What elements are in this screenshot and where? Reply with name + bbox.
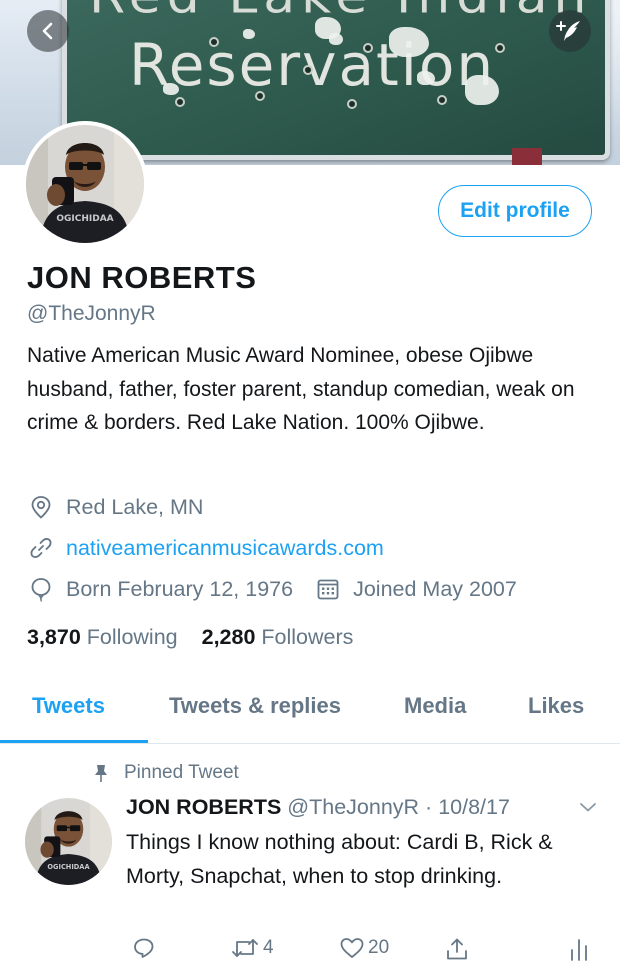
location-pin-icon [31, 496, 51, 519]
sign-bullet-hole [497, 45, 503, 51]
tweet-options-button[interactable] [578, 800, 598, 819]
pinned-tweet-label: Pinned Tweet [92, 762, 239, 784]
retweet-button[interactable]: 4 [230, 936, 274, 960]
profile-display-name: JON ROBERTS [27, 260, 257, 295]
tweet-analytics-button[interactable] [568, 936, 590, 962]
tweet-author-name[interactable]: JON ROBERTS [126, 795, 281, 819]
share-icon [447, 938, 467, 960]
pinned-text: Pinned Tweet [124, 762, 239, 783]
tweet-avatar-shirt-text: OGICHIDAA [47, 863, 90, 871]
sign-damage [243, 29, 255, 39]
sign-damage [465, 75, 499, 105]
like-count: 20 [368, 937, 390, 958]
share-button[interactable] [444, 936, 470, 962]
chevron-left-icon [42, 22, 53, 40]
sign-bullet-hole [305, 67, 311, 73]
analytics-icon [571, 939, 587, 961]
profile-stats: 3,870 Following 2,280 Followers [27, 625, 353, 650]
sign-top-text: Red Lake Indian [89, 0, 589, 24]
profile-dates: Born February 12, 1976 Joined May 2007 [28, 576, 517, 602]
sign-main-text: Reservation [129, 31, 496, 99]
reply-icon [134, 938, 154, 958]
following-count: 3,870 [27, 625, 81, 649]
profile-avatar[interactable]: OGICHIDAA [22, 121, 148, 247]
chevron-down-icon [580, 803, 596, 812]
tabs-divider [0, 743, 620, 744]
sign-damage [389, 27, 429, 57]
born-text: Born February 12, 1976 [66, 576, 294, 601]
sign-bullet-hole [365, 45, 371, 51]
joined-text: Joined May 2007 [353, 576, 517, 601]
edit-profile-button[interactable]: Edit profile [438, 185, 592, 237]
compose-tweet-button[interactable] [549, 10, 591, 52]
birthday-balloon-icon [31, 578, 51, 602]
followers-stat[interactable]: 2,280 Followers [202, 625, 354, 649]
followers-label: Followers [261, 625, 354, 649]
avatar-shirt-text: OGICHIDAA [56, 214, 113, 224]
tab-likes[interactable]: Likes [528, 693, 584, 719]
followers-count: 2,280 [201, 625, 256, 649]
sign-damage [163, 83, 179, 95]
website-link[interactable]: nativeamericanmusicawards.com [66, 536, 384, 561]
profile-bio: Native American Music Award Nominee, obe… [27, 344, 575, 434]
compose-tweet-icon [556, 21, 580, 41]
tweet-author-avatar[interactable]: OGICHIDAA [25, 798, 112, 885]
tweet-avatar-photo: OGICHIDAA [25, 798, 112, 885]
reply-button[interactable] [132, 936, 159, 960]
calendar-icon [317, 579, 339, 600]
sign-bullet-hole [257, 93, 263, 99]
back-button[interactable] [27, 10, 69, 52]
banner-sign: Red Lake Indian Reservation [62, 0, 610, 160]
sign-bullet-hole [349, 101, 355, 107]
following-stat[interactable]: 3,870 Following [27, 625, 178, 649]
link-icon [30, 538, 52, 558]
like-button[interactable]: 20 [339, 936, 389, 960]
profile-website[interactable]: nativeamericanmusicawards.com [28, 535, 384, 561]
sign-bullet-hole [177, 99, 183, 105]
sign-post [512, 148, 542, 165]
sign-damage [329, 33, 343, 45]
tweet-text: Things I know nothing about: Cardi B, Ri… [126, 830, 553, 888]
profile-handle: @TheJonnyR [27, 302, 156, 325]
tweet-author-handle: @TheJonnyR [287, 795, 420, 819]
retweet-icon [232, 939, 258, 957]
sign-bullet-hole [439, 97, 445, 103]
tweet-date[interactable]: 10/8/17 [438, 795, 510, 819]
following-label: Following [86, 625, 178, 649]
sign-damage [417, 71, 435, 85]
pin-icon [95, 765, 107, 782]
profile-location: Red Lake, MN [28, 494, 203, 520]
tab-media[interactable]: Media [404, 693, 466, 719]
tweet-header: JON ROBERTS @TheJonnyR · 10/8/17 [126, 795, 510, 820]
avatar-photo: OGICHIDAA [26, 125, 144, 243]
retweet-count: 4 [263, 937, 274, 958]
sign-bullet-hole [211, 39, 217, 45]
tweet-date-separator: · [419, 795, 439, 819]
heart-icon [340, 938, 364, 958]
tab-tweets[interactable]: Tweets [32, 693, 105, 719]
tab-tweets-replies[interactable]: Tweets & replies [169, 693, 341, 719]
location-text: Red Lake, MN [66, 494, 204, 519]
